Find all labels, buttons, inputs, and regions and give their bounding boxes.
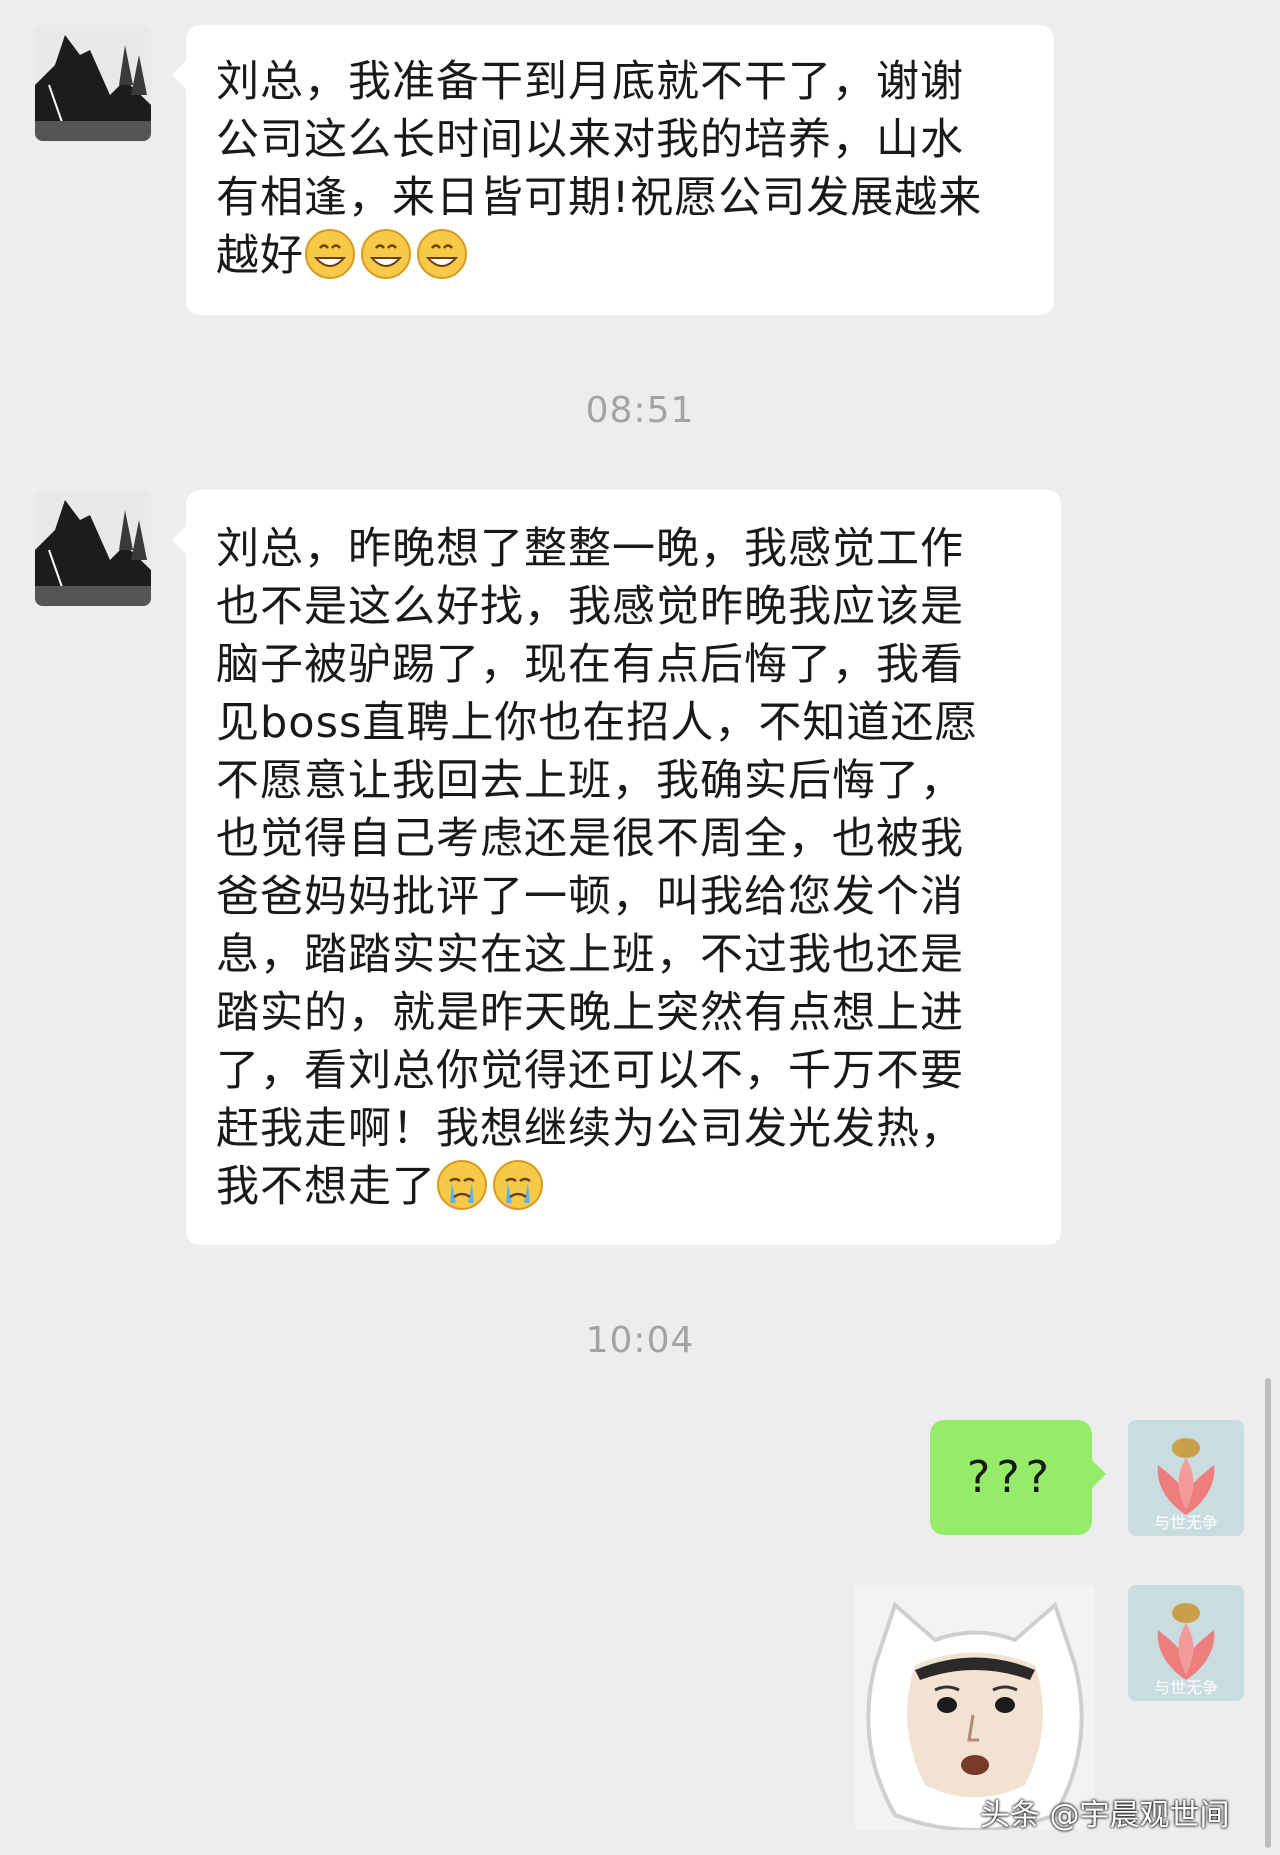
- contact-avatar[interactable]: [35, 25, 151, 141]
- self-avatar[interactable]: 与世无争: [1128, 1420, 1244, 1536]
- message-line: 也觉得自己考虑还是很不周全，也被我: [216, 814, 964, 864]
- grinning-face-icon: [305, 229, 355, 279]
- message-bubble-incoming[interactable]: 刘总，昨晚想了整整一晚，我感觉工作 也不是这么好找，我感觉昨晚我应该是 脑子被驴…: [172, 490, 1061, 1245]
- grinning-face-icon: [417, 229, 467, 279]
- crying-face-icon: [493, 1160, 543, 1210]
- message-text: 越好: [216, 231, 304, 281]
- message-line: 刘总，昨晚想了整整一晚，我感觉工作: [216, 524, 964, 574]
- message-text: ???: [966, 1452, 1056, 1503]
- message-line: 踏实的，就是昨天晚上突然有点想上进: [216, 988, 964, 1038]
- message-text: 我不想走了: [216, 1162, 436, 1212]
- message-line: 息，踏踏实实在这上班，不过我也还是: [216, 930, 964, 980]
- timestamp: 08:51: [585, 390, 695, 431]
- bubble-tail: [172, 526, 186, 554]
- message-line: 刘总，我准备干到月底就不干了，谢谢: [216, 57, 964, 107]
- self-avatar[interactable]: 与世无争: [1128, 1585, 1244, 1701]
- message-line: 见boss直聘上你也在招人，不知道还愿: [216, 698, 979, 748]
- message-line: 也不是这么好找，我感觉昨晚我应该是: [216, 582, 964, 632]
- avatar-caption: 与世无争: [1154, 1678, 1218, 1697]
- message-line-last: 我不想走了: [216, 1158, 1031, 1216]
- message-line: 不愿意让我回去上班，我确实后悔了，: [216, 756, 964, 806]
- message-bubble-outgoing[interactable]: ???: [930, 1420, 1106, 1535]
- message-line: 有相逢，来日皆可期!祝愿公司发展越来: [216, 173, 983, 223]
- crying-face-icon: [437, 1160, 487, 1210]
- grinning-face-icon: [361, 229, 411, 279]
- bubble-tail: [1092, 1460, 1106, 1488]
- contact-avatar[interactable]: [35, 490, 151, 606]
- scrollbar[interactable]: [1265, 1378, 1271, 1848]
- message-line: 赶我走啊！我想继续为公司发光发热，: [216, 1104, 964, 1154]
- avatar-caption: 与世无争: [1154, 1513, 1218, 1532]
- bubble-tail: [172, 61, 186, 89]
- message-bubble-incoming[interactable]: 刘总，我准备干到月底就不干了，谢谢 公司这么长时间以来对我的培养，山水 有相逢，…: [172, 25, 1054, 315]
- message-line: 了，看刘总你觉得还可以不，千万不要: [216, 1046, 964, 1096]
- timestamp: 10:04: [585, 1320, 695, 1361]
- message-line-last: 越好: [216, 227, 1024, 285]
- watermark: 头条 @宇晨观世间: [980, 1798, 1230, 1833]
- message-line: 爸爸妈妈批评了一顿，叫我给您发个消: [216, 872, 964, 922]
- message-line: 脑子被驴踢了，现在有点后悔了，我看: [216, 640, 964, 690]
- message-line: 公司这么长时间以来对我的培养，山水: [216, 115, 964, 165]
